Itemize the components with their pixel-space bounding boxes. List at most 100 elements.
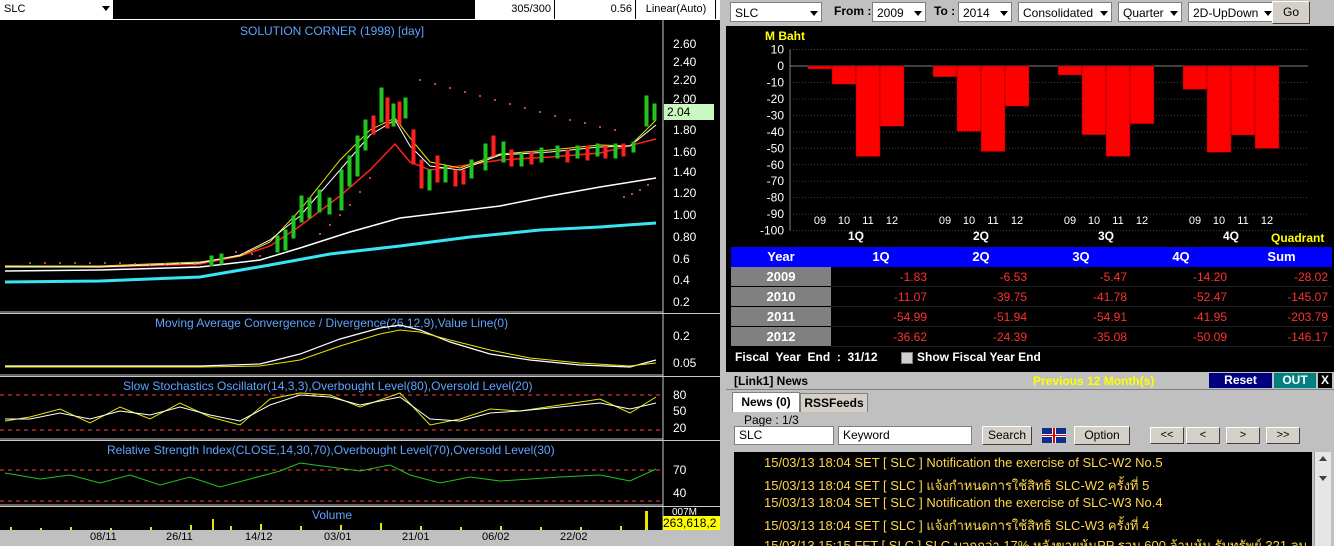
tab-news[interactable]: News (0)	[732, 392, 800, 412]
out-button[interactable]: OUT	[1274, 373, 1316, 388]
news-item[interactable]: 15/03/13 18:04 SET [ SLC ] แจ้งกำหนดการใ…	[764, 515, 1149, 536]
search-button[interactable]: Search	[982, 426, 1032, 445]
first-page-button[interactable]: <<	[1150, 427, 1184, 444]
column-header: 3Q	[1072, 249, 1090, 264]
to-label: To :	[934, 4, 956, 18]
x-tick-label: 09	[1189, 215, 1201, 227]
bar	[879, 65, 905, 127]
rsi-pane[interactable]: Relative Strength Index(CLOSE,14,30,70),…	[0, 440, 720, 506]
fin-symbol-select[interactable]: SLC	[730, 2, 822, 22]
last-page-button[interactable]: >>	[1266, 427, 1300, 444]
last-volume-label: 263,618,2	[663, 516, 720, 531]
x-tick-label: 11	[987, 215, 998, 227]
stoch-k-line	[4, 392, 657, 426]
value-cell: -41.95	[1131, 307, 1231, 327]
x-tick-label: 09	[939, 215, 951, 227]
value-cell: -54.99	[831, 307, 931, 327]
prev-page-button[interactable]: <	[1186, 427, 1220, 444]
price-tick: 0.80	[673, 230, 697, 244]
from-label: From :	[834, 4, 872, 18]
rsi-chart-svg	[0, 441, 664, 506]
price-tick: 0.4	[673, 273, 690, 287]
value-cell: -145.07	[1231, 287, 1332, 307]
go-button[interactable]: Go	[1272, 1, 1310, 24]
y-tick-label: -60	[767, 158, 785, 172]
x-tick-label: 11	[1112, 215, 1123, 227]
fiscal-year-end-label: Fiscal Year End : 31/12	[735, 350, 878, 364]
value-cell: -6.53	[931, 267, 1031, 287]
financial-chart: M Baht Quadrant 0 -10 -20 -30 -40 -50 -60 -70 -8…	[726, 26, 1334, 246]
bar	[855, 65, 881, 157]
page-indicator: Page : 1/3	[744, 413, 799, 427]
news-item[interactable]: 15/03/13 18:04 SET [ SLC ] Notification …	[764, 455, 1163, 470]
symbol-select[interactable]: SLC	[0, 0, 114, 19]
candlesticks	[209, 87, 657, 267]
period-select[interactable]: Quarter	[1118, 2, 1182, 22]
statement-type-select[interactable]: Consolidated	[1018, 2, 1112, 22]
year-cell: 2011	[731, 307, 831, 327]
sar-dots	[29, 79, 649, 265]
price-tick: 1.80	[673, 123, 697, 137]
table-header-row: Year 1Q 2Q 3Q 4Q Sum	[731, 247, 1332, 267]
y-tick-label: -20	[767, 92, 785, 106]
y-tick-label: -90	[767, 207, 785, 221]
chart-toolbar: SLC 305/300 0.56 Linear(Auto)	[0, 0, 720, 20]
bar	[956, 65, 982, 132]
option-button[interactable]: Option	[1074, 426, 1130, 445]
news-scrollbar[interactable]	[1314, 452, 1331, 546]
y-tick-label: -50	[767, 141, 785, 155]
y-tick-label: -70	[767, 174, 785, 188]
y-tick-label: -80	[767, 191, 785, 205]
scale-select[interactable]: Linear(Auto)	[637, 0, 716, 19]
scroll-down-icon[interactable]	[1319, 476, 1327, 481]
y-tick-label: -100	[760, 224, 784, 238]
x-tick-label: 10	[1088, 215, 1100, 227]
x-tick-label: 09	[814, 215, 826, 227]
scroll-up-icon[interactable]	[1319, 456, 1327, 461]
macd-pane[interactable]: Moving Average Convergence / Divergence(…	[0, 313, 720, 376]
keyword-input[interactable]: Keyword	[838, 426, 972, 445]
date-axis: 08/11 26/11 14/12 03/01 21/01 06/02 22/0…	[0, 530, 720, 546]
news-item[interactable]: 15/03/13 18:04 SET [ SLC ] แจ้งกำหนดการใ…	[764, 475, 1149, 496]
price-tick: 2.20	[673, 73, 697, 87]
toolbar-blank-1	[114, 0, 475, 19]
from-year-select[interactable]: 2009	[872, 2, 926, 22]
y-tick-label: 0	[777, 59, 784, 73]
news-item[interactable]: 15/03/13 18:04 SET [ SLC ] Notification …	[764, 495, 1163, 510]
news-period: Previous 12 Month(s)	[1033, 374, 1155, 388]
price-tick: 2.60	[673, 37, 697, 51]
year-cell: 2010	[731, 287, 831, 307]
view-mode-select[interactable]: 2D-UpDown	[1188, 2, 1276, 22]
bar	[1182, 65, 1208, 90]
ma-white-thin-line	[5, 119, 657, 268]
stochastic-pane[interactable]: Slow Stochastics Oscillator(14,3,3),Over…	[0, 376, 720, 440]
year-cell: 2012	[731, 327, 831, 347]
news-list: 15/03/13 18:04 SET [ SLC ] Notification …	[734, 452, 1312, 546]
close-icon[interactable]: X	[1318, 373, 1332, 388]
flag-icon[interactable]	[1042, 428, 1066, 443]
to-year-select[interactable]: 2014	[958, 2, 1012, 22]
value-cell: -39.75	[931, 287, 1031, 307]
volume-pane[interactable]: Volume 007M 263,618,2	[0, 506, 720, 531]
financial-bars-svg: 0 -10 -20 -30 -40 -50 -60 -70 -80 -90 -100 10 09 10 11…	[760, 43, 1308, 243]
tab-rssfeeds[interactable]: RSSFeeds	[800, 393, 868, 412]
news-item[interactable]: 15/03/13 15:15 FFT [ SLC ] SLC บวกกว่า 1…	[764, 535, 1312, 546]
group-label: 1Q	[848, 229, 864, 243]
value-cell: -146.17	[1231, 327, 1332, 347]
reset-button[interactable]: Reset	[1209, 373, 1272, 388]
price-pane[interactable]: SOLUTION CORNER (1998) [day] 2.60 2.40 2…	[0, 20, 720, 313]
rsi-line	[4, 462, 657, 488]
show-fiscal-checkbox[interactable]	[901, 352, 913, 364]
ma-yellow-line	[5, 117, 657, 267]
macd-signal-line	[5, 329, 657, 368]
price-tick: 2.40	[673, 55, 697, 69]
x-tick-label: 11	[1237, 215, 1248, 227]
news-symbol-input[interactable]: SLC	[734, 426, 834, 445]
value-cell: -35.08	[1031, 327, 1131, 347]
column-header: 1Q	[872, 249, 890, 264]
next-page-button[interactable]: >	[1226, 427, 1260, 444]
column-header: Sum	[1267, 249, 1296, 264]
price-tick: 1.00	[673, 208, 697, 222]
value-cell: -24.39	[931, 327, 1031, 347]
bar	[1206, 65, 1232, 153]
